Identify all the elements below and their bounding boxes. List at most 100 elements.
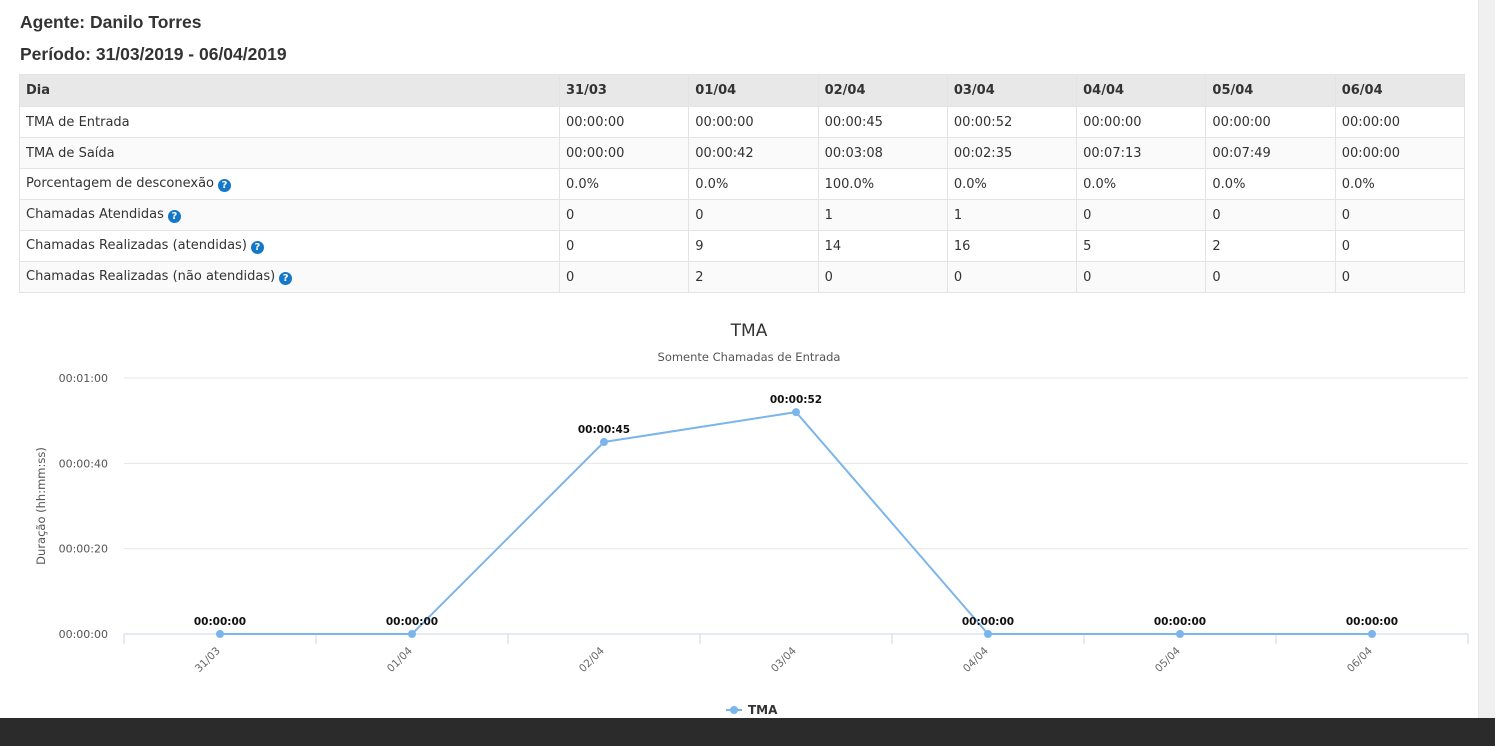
row-label: TMA de Saída [26, 145, 115, 161]
table-cell: 00:00:00 [558, 137, 690, 169]
table-cell: 0.0% [1076, 168, 1207, 200]
table-cell: 0 [1334, 199, 1466, 231]
data-label: 00:00:45 [578, 424, 630, 436]
question-circle-icon[interactable]: ? [218, 179, 232, 192]
table-cell: 16 [946, 230, 1078, 262]
x-tick-label: 05/04 [1153, 645, 1183, 675]
table-cell: 00:00:00 [558, 106, 690, 138]
table-header-row: Dia 31/03 01/04 02/04 03/04 04/04 05/04 06/04 [19, 74, 1466, 107]
table-cell: 00:00:00 [1076, 106, 1207, 138]
period-title: Período: 31/03/2019 - 06/04/2019 [20, 44, 287, 64]
table-cell: 14 [817, 230, 948, 262]
row-label-cell: TMA de Saída [19, 137, 560, 169]
x-tick-label: 01/04 [385, 645, 415, 675]
data-label: 00:00:00 [1346, 616, 1398, 628]
data-point [792, 408, 800, 417]
table-cell: 00:00:00 [1334, 137, 1466, 169]
table-cell: 0 [946, 261, 1078, 293]
chart-subtitle: Somente Chamadas de Entrada [658, 350, 841, 364]
y-tick-label: 00:00:40 [59, 457, 108, 470]
table-cell: 0.0% [946, 168, 1078, 200]
data-label: 00:00:00 [962, 616, 1014, 628]
table-cell: 00:00:00 [1334, 106, 1466, 138]
data-point [984, 630, 992, 638]
x-tick-label: 03/04 [769, 645, 799, 675]
table-cell: 0 [688, 199, 819, 231]
table-cell: 00:02:35 [946, 137, 1078, 169]
row-label: Chamadas Realizadas (não atendidas) [26, 269, 276, 284]
table-cell: 9 [688, 230, 819, 262]
row-label-cell: Porcentagem de desconexão? [19, 168, 560, 200]
table-cell: 0.0% [688, 168, 819, 200]
data-point [600, 438, 608, 446]
column-header-date: 31/03 [558, 74, 690, 107]
table-cell: 0 [558, 230, 690, 262]
table-row: TMA de Entrada 00:00:00 00:00:00 00:00:45 00… [19, 106, 1466, 138]
question-circle-icon[interactable]: ? [167, 210, 181, 223]
vertical-scrollbar[interactable] [1478, 0, 1495, 718]
metrics-table: Dia 31/03 01/04 02/04 03/04 04/04 05/04 06/04 T… [19, 74, 1466, 293]
data-point [1176, 630, 1184, 638]
table-cell: 0 [1205, 199, 1336, 231]
series-line-tma [220, 411, 1372, 635]
column-header-date: 02/04 [817, 74, 948, 107]
table-cell: 00:00:00 [1205, 106, 1336, 138]
table-cell: 1 [817, 199, 948, 231]
table-cell: 100.0% [817, 168, 948, 200]
legend-item-tma: TMA [748, 703, 778, 717]
table-cell: 2 [688, 261, 819, 293]
data-label: 00:00:00 [386, 616, 438, 628]
x-tick-label: 02/04 [577, 645, 607, 675]
x-tick-label: 06/04 [1345, 645, 1375, 675]
y-tick-label: 00:01:00 [59, 372, 108, 385]
table-cell: 00:00:45 [817, 106, 948, 138]
x-tick-label: 04/04 [961, 645, 991, 675]
row-label-cell: Chamadas Realizadas (não atendidas)? [19, 261, 560, 293]
table-cell: 00:07:49 [1205, 137, 1336, 169]
table-cell: 0 [1076, 261, 1207, 293]
data-label: 00:00:00 [194, 616, 246, 628]
data-point [1368, 630, 1376, 638]
row-label: Chamadas Atendidas [26, 207, 164, 222]
legend-marker [730, 706, 738, 714]
table-cell: 00:03:08 [817, 137, 948, 169]
row-label: TMA de Entrada [26, 114, 130, 130]
bottom-bar [0, 718, 1495, 746]
column-header-date: 01/04 [688, 74, 819, 107]
row-label-cell: Chamadas Atendidas? [19, 199, 560, 231]
x-tick-label: 31/03 [193, 645, 223, 675]
table-row: Chamadas Realizadas (não atendidas)? 0 2 0 0… [19, 261, 1466, 293]
table-cell: 0 [1334, 230, 1466, 262]
table-cell: 00:07:13 [1076, 137, 1207, 169]
y-tick-label: 00:00:20 [59, 543, 108, 556]
table-row: Chamadas Realizadas (atendidas)? 0 9 14 16 5 2… [19, 230, 1466, 262]
table-cell: 00:00:00 [688, 106, 819, 138]
row-label: Porcentagem de desconexão [26, 176, 215, 191]
table-row: Chamadas Atendidas? 0 0 1 1 0 0 0 [19, 199, 1466, 231]
table-cell: 2 [1205, 230, 1336, 262]
table-cell: 1 [946, 199, 1078, 231]
table-cell: 0 [558, 199, 690, 231]
data-label: 00:00:00 [1154, 616, 1206, 628]
row-label-cell: Chamadas Realizadas (atendidas)? [19, 230, 560, 262]
row-label-cell: TMA de Entrada [19, 106, 560, 138]
table-cell: 0 [1334, 261, 1466, 293]
column-header-date: 05/04 [1205, 74, 1336, 107]
table-row: TMA de Saída 00:00:00 00:00:42 00:03:08 00:0… [19, 137, 1466, 169]
table-row: Porcentagem de desconexão? 0.0% 0.0% 100.0%… [19, 168, 1466, 200]
question-circle-icon[interactable]: ? [279, 272, 293, 285]
table-cell: 0 [558, 261, 690, 293]
data-point [216, 630, 224, 638]
column-header-date: 03/04 [946, 74, 1078, 107]
question-circle-icon[interactable]: ? [250, 241, 264, 254]
data-point [408, 630, 416, 638]
table-cell: 00:00:52 [946, 106, 1078, 138]
column-header-date: 06/04 [1334, 74, 1466, 107]
table-cell: 0.0% [558, 168, 690, 200]
table-cell: 0 [1076, 199, 1207, 231]
table-cell: 00:00:42 [688, 137, 819, 169]
column-header-date: 04/04 [1076, 74, 1207, 107]
table-cell: 5 [1076, 230, 1207, 262]
column-header-dia: Dia [19, 74, 560, 107]
report-header: Agente: Danilo Torres Período: 31/03/201… [20, 8, 287, 67]
